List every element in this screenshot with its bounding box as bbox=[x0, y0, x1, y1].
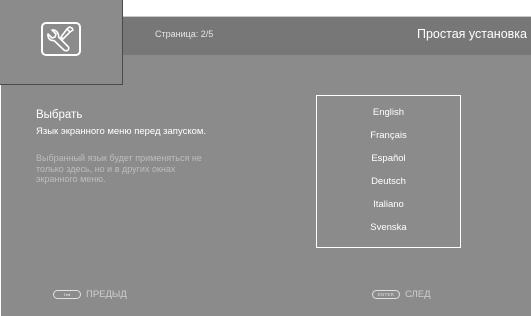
language-option-swedish[interactable]: Svenska bbox=[317, 222, 460, 233]
section-title: Выбрать bbox=[36, 109, 83, 121]
language-option-spanish[interactable]: Español bbox=[317, 153, 460, 164]
prev-button[interactable]: I◂◂ ПРЕДЫД bbox=[53, 289, 127, 300]
language-option-french[interactable]: Français bbox=[317, 130, 460, 141]
page-indicator: Страница: 2/5 bbox=[155, 29, 214, 39]
language-option-italian[interactable]: Italiano bbox=[317, 199, 460, 210]
setup-screen: Страница: 2/5 Простая установка Выбрать … bbox=[0, 0, 531, 316]
language-option-german[interactable]: Deutsch bbox=[317, 176, 460, 187]
section-description: Выбранный язык будет применяться не толь… bbox=[36, 153, 276, 185]
screen-title: Простая установка bbox=[416, 27, 527, 41]
section-subtitle: Язык экранного меню перед запуском. bbox=[36, 126, 207, 137]
language-option-english[interactable]: English bbox=[317, 107, 460, 118]
prev-key-icon: I◂◂ bbox=[53, 290, 81, 299]
prev-label: ПРЕДЫД bbox=[86, 289, 127, 300]
language-list: English Français Español Deutsch Italian… bbox=[316, 95, 461, 248]
wrench-icon bbox=[41, 22, 81, 56]
header-bar: Страница: 2/5 Простая установка bbox=[123, 16, 531, 55]
description-line: только здесь, но и в других окнах bbox=[36, 163, 176, 174]
description-line: экранного меню. bbox=[36, 174, 106, 184]
description-line: Выбранный язык будет применяться не bbox=[36, 153, 202, 163]
next-button[interactable]: ENTER СЛЕД bbox=[372, 289, 431, 300]
next-label: СЛЕД bbox=[405, 289, 431, 300]
enter-key-icon: ENTER bbox=[372, 290, 400, 299]
icon-panel bbox=[0, 0, 123, 85]
